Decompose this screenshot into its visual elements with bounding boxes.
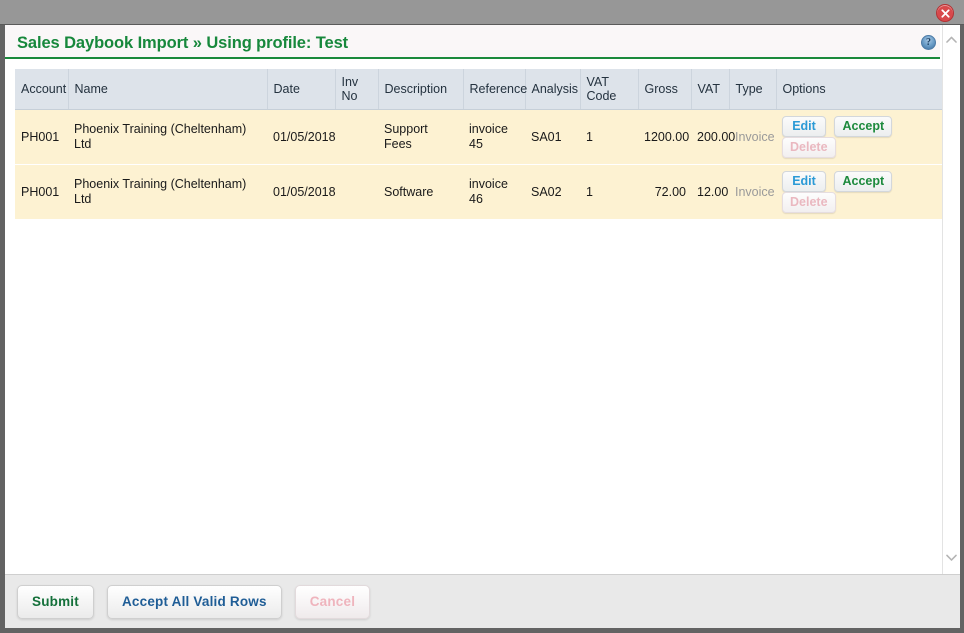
column-header-description[interactable]: Description [378,69,464,110]
cell-vat: 12.00 [691,164,729,219]
cell-name: Phoenix Training (Cheltenham) Ltd [68,109,267,165]
application-window: Sales Daybook Import » Using profile: Te… [0,0,964,633]
cell-options: Edit Accept Delete [776,109,949,165]
accept-button[interactable]: Accept [834,116,893,137]
cell-vat: 200.00 [691,109,735,165]
column-header-reference[interactable]: Reference [463,69,527,110]
grid-body: PH001 Phoenix Training (Cheltenham) Ltd … [15,109,949,219]
dialog-footer: Submit Accept All Valid Rows Cancel [5,574,960,628]
column-header-type[interactable]: Type [729,69,777,110]
delete-button: Delete [782,192,836,213]
column-header-vat-code[interactable]: VAT Code [580,69,639,110]
vertical-scrollbar[interactable] [942,25,960,574]
cell-account: PH001 [15,109,68,165]
cell-description: Software [378,164,463,219]
column-header-account[interactable]: Account [15,69,69,110]
cell-vat-code: 1 [580,109,638,165]
help-icon[interactable]: ? [921,35,936,50]
edit-button[interactable]: Edit [782,116,826,137]
column-header-gross[interactable]: Gross [638,69,692,110]
content-scroll-area: Sales Daybook Import » Using profile: Te… [5,25,960,574]
cell-name: Phoenix Training (Cheltenham) Ltd [68,164,267,219]
table-row: PH001 Phoenix Training (Cheltenham) Ltd … [15,164,949,219]
cell-date: 01/05/2018 [267,109,336,165]
scroll-up-icon[interactable] [943,31,960,48]
cell-type: Invoice [729,164,776,219]
page-header: Sales Daybook Import » Using profile: Te… [5,25,940,59]
cancel-button: Cancel [294,584,371,619]
accept-button[interactable]: Accept [834,171,893,192]
cell-description: Support Fees [378,109,463,165]
edit-button[interactable]: Edit [782,171,826,192]
content-pad: Sales Daybook Import » Using profile: Te… [5,25,960,574]
cell-vat-code: 1 [580,164,638,219]
cell-account: PH001 [15,164,68,219]
grid-header-row: Account Name Date Inv No Description Ref… [15,69,949,110]
cell-gross: 1200.00 [638,109,691,165]
page-title: Sales Daybook Import » Using profile: Te… [17,34,349,52]
import-dialog: Sales Daybook Import » Using profile: Te… [0,25,964,633]
cell-reference: invoice 45 [463,109,525,165]
import-grid: Account Name Date Inv No Description Ref… [15,69,949,219]
column-header-name[interactable]: Name [68,69,268,110]
accept-all-valid-rows-button[interactable]: Accept All Valid Rows [106,584,282,619]
column-header-analysis[interactable]: Analysis [525,69,581,110]
column-header-inv-no[interactable]: Inv No [335,69,379,110]
cell-gross: 72.00 [638,164,691,219]
column-header-date[interactable]: Date [267,69,336,110]
help-icon-glyph: ? [926,37,931,48]
column-header-vat[interactable]: VAT [691,69,730,110]
cell-inv-no [335,109,378,165]
cell-analysis: SA02 [525,164,580,219]
close-icon[interactable] [936,4,954,22]
column-header-options[interactable]: Options [776,69,949,110]
scroll-down-icon[interactable] [943,549,960,566]
table-row: PH001 Phoenix Training (Cheltenham) Ltd … [15,109,949,165]
cell-inv-no [335,164,378,219]
submit-button[interactable]: Submit [17,584,94,619]
cell-type: Invoice [729,109,776,165]
cell-analysis: SA01 [525,109,580,165]
dialog-inner: Sales Daybook Import » Using profile: Te… [5,25,960,628]
cell-options: Edit Accept Delete [776,164,949,219]
import-grid-wrapper: Account Name Date Inv No Description Ref… [15,69,949,219]
window-titlebar [0,0,964,25]
cell-date: 01/05/2018 [267,164,336,219]
delete-button: Delete [782,137,836,158]
cell-reference: invoice 46 [463,164,525,219]
